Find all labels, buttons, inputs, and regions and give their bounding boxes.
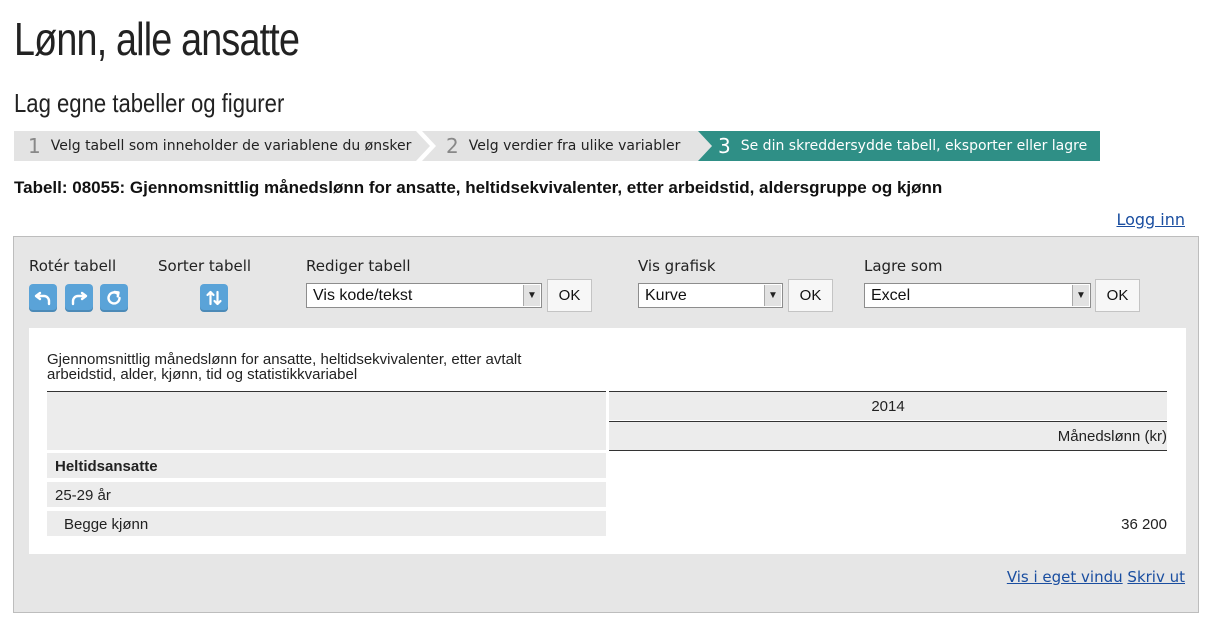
rotate-left-icon-glyph (34, 291, 51, 306)
sort-icon-glyph (206, 290, 222, 306)
step-2[interactable]: 2 Velg verdier fra ulike variabler (422, 131, 712, 161)
table-row (47, 482, 606, 507)
page-subtitle: Lag egne tabeller og figurer (14, 88, 285, 118)
graph-type-select-value: Kurve (645, 287, 687, 304)
step-3-label: Se din skreddersydde tabell, eksporter e… (740, 138, 1088, 154)
rotate-table-label: Rotér tabell (29, 257, 117, 275)
wizard-steps: 1 Velg tabell som inneholder de variable… (14, 131, 1100, 161)
show-graph-label: Vis grafisk (638, 257, 716, 275)
row-label: Heltidsansatte (55, 458, 158, 475)
edit-table-select[interactable]: Vis kode/tekst ▼ (306, 283, 542, 308)
stub-header-cell (47, 392, 606, 450)
refresh-icon[interactable] (100, 284, 128, 312)
row-value: 36 200 (1121, 516, 1167, 533)
row-label: Begge kjønn (64, 516, 149, 533)
rotate-right-icon[interactable] (65, 284, 93, 312)
print-link[interactable]: Skriv ut (1127, 568, 1185, 586)
edit-table-label: Rediger tabell (306, 257, 411, 275)
edit-table-ok-button[interactable]: OK (547, 279, 592, 312)
rotate-left-icon[interactable] (29, 284, 57, 312)
step-1[interactable]: 1 Velg tabell som inneholder de variable… (14, 131, 430, 161)
sort-table-label: Sorter tabell (158, 257, 252, 275)
step-3-number: 3 (718, 134, 731, 158)
rotate-right-icon-glyph (71, 291, 88, 306)
login-link[interactable]: Logg inn (1116, 210, 1185, 229)
page-title: Lønn, alle ansatte (14, 13, 300, 65)
save-ok-button[interactable]: OK (1095, 279, 1140, 312)
row-label: 25-29 år (55, 487, 111, 504)
year-header: 2014 (871, 398, 905, 415)
chevron-down-icon: ▼ (523, 285, 540, 306)
step-2-number: 2 (446, 134, 459, 158)
table-panel: Rotér tabell Sorter tabell Rediger tabel… (13, 236, 1199, 613)
view-in-window-link[interactable]: Vis i eget vindu (1007, 568, 1123, 586)
table-caption: Gjennomsnittlig månedslønn for ansatte, … (47, 351, 522, 383)
step-1-number: 1 (28, 134, 41, 158)
step-3-active[interactable]: 3 Se din skreddersydde tabell, eksporter… (698, 131, 1100, 161)
step-2-label: Velg verdier fra ulike variabler (468, 138, 681, 154)
save-format-select[interactable]: Excel ▼ (864, 283, 1091, 308)
divider (609, 450, 1167, 451)
measure-header: Månedslønn (kr) (1057, 428, 1167, 445)
save-format-select-value: Excel (871, 287, 911, 304)
table-heading: Tabell: 08055: Gjennomsnittlig månedsløn… (14, 178, 943, 197)
footer-links: Vis i eget vindu Skriv ut (1007, 568, 1185, 586)
step-1-label: Velg tabell som inneholder de variablene… (50, 138, 412, 154)
graph-ok-button[interactable]: OK (788, 279, 833, 312)
chevron-down-icon: ▼ (1072, 285, 1089, 306)
save-as-label: Lagre som (864, 257, 943, 275)
result-table: Gjennomsnittlig månedslønn for ansatte, … (29, 328, 1186, 554)
refresh-icon-glyph (107, 290, 121, 305)
edit-table-select-value: Vis kode/tekst (313, 287, 413, 304)
chevron-down-icon: ▼ (764, 285, 781, 306)
sort-icon[interactable] (200, 284, 228, 312)
graph-type-select[interactable]: Kurve ▼ (638, 283, 783, 308)
